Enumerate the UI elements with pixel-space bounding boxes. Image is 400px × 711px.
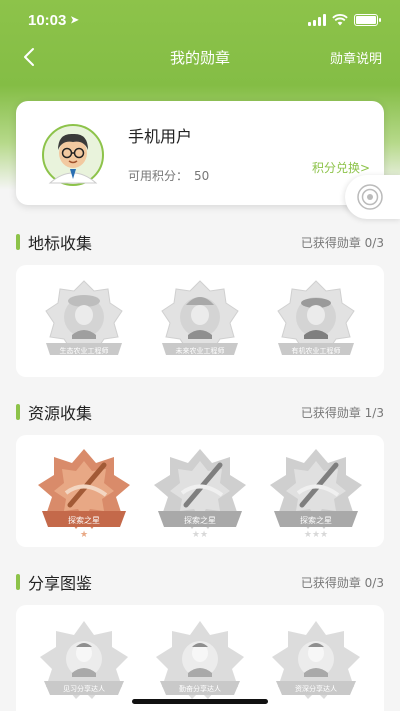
medal-icon: 有机农业工程师: [277, 280, 355, 355]
user-name: 手机用户: [128, 127, 193, 146]
section-status: 已获得勋章 1/3: [300, 405, 384, 420]
section-status: 已获得勋章 0/3: [300, 575, 384, 590]
badge-label: 勤奋分享达人: [179, 684, 221, 693]
points-value: 50: [194, 169, 210, 183]
broadcast-icon: [357, 184, 383, 210]
points-exchange-link[interactable]: 积分兑换>: [312, 159, 370, 176]
badge-label: 探索之星: [184, 515, 216, 525]
badge-explorer-star[interactable]: 探索之星 ★: [34, 443, 134, 540]
medal-icon: 见习分享达人: [40, 621, 128, 699]
medal-icon: 探索之星 ★★★: [270, 449, 362, 540]
star-rating-icon: ★★★: [304, 530, 328, 539]
badge-label: 有机农业工程师: [292, 346, 341, 355]
section-resource-header: 资源收集 已获得勋章 1/3: [16, 400, 384, 424]
location-arrow-icon: ➤: [70, 14, 79, 26]
badge-share-master[interactable]: 勤奋分享达人: [150, 617, 250, 711]
badge-label: 探索之星: [300, 515, 332, 525]
badge-engineer[interactable]: 有机农业工程师: [266, 273, 366, 369]
medal-icon: 勤奋分享达人: [156, 621, 244, 699]
medal-icon: 未来农业工程师: [161, 280, 239, 355]
badge-label: 生态农业工程师: [60, 346, 109, 355]
badge-explorer-star[interactable]: 探索之星 ★★: [150, 443, 250, 540]
section-title: 资源收集: [16, 400, 92, 424]
medal-icon: 资深分享达人: [272, 621, 360, 699]
status-time: 10:03: [28, 11, 67, 29]
nav-bar: 我的勋章 勋章说明: [0, 40, 400, 74]
section-title: 地标收集: [16, 230, 92, 254]
medal-info-link[interactable]: 勋章说明: [330, 48, 382, 67]
profile-card: 手机用户 可用积分： 50 积分兑换>: [16, 101, 384, 205]
badge-label: 见习分享达人: [63, 684, 105, 693]
section-landmark-header: 地标收集 已获得勋章 0/3: [16, 230, 384, 254]
battery-icon: [354, 14, 381, 26]
star-rating-icon: ★: [80, 530, 88, 539]
section-status: 已获得勋章 0/3: [300, 235, 384, 250]
home-indicator[interactable]: [132, 699, 268, 704]
badge-share-master[interactable]: 见习分享达人: [34, 617, 134, 711]
badge-explorer-star[interactable]: 探索之星 ★★★: [266, 443, 366, 540]
badge-engineer[interactable]: 生态农业工程师: [34, 273, 134, 369]
badge-label: 资深分享达人: [295, 684, 337, 693]
status-bar: 10:03 ➤: [0, 0, 400, 40]
avatar: [42, 124, 104, 186]
badge-card-resource: 探索之星 ★ 探索之星 ★★ 探索之星 ★★★: [16, 435, 384, 547]
section-title: 分享图鉴: [16, 570, 92, 594]
medal-icon: 探索之星 ★: [38, 449, 130, 540]
points-label: 可用积分：: [128, 169, 189, 183]
medal-icon: 探索之星 ★★: [154, 449, 246, 540]
badge-engineer[interactable]: 未来农业工程师: [150, 273, 250, 369]
badge-label: 未来农业工程师: [176, 346, 225, 355]
section-share-header: 分享图鉴 已获得勋章 0/3: [16, 570, 384, 594]
signal-icon: [308, 14, 326, 26]
badge-card-share: 见习分享达人 勤奋分享达人 资深分享达人: [16, 605, 384, 711]
floating-scan-button[interactable]: [345, 175, 400, 219]
badge-label: 探索之星: [68, 515, 100, 525]
medal-icon: 生态农业工程师: [45, 280, 123, 355]
page-title: 我的勋章: [169, 48, 230, 67]
star-rating-icon: ★★: [192, 530, 208, 539]
badge-card-landmark: 生态农业工程师 未来农业工程师 有机农业工程师: [16, 265, 384, 377]
points-row: 可用积分： 50: [128, 167, 209, 184]
back-arrow-icon[interactable]: [18, 45, 42, 69]
badge-share-master[interactable]: 资深分享达人: [266, 617, 366, 711]
wifi-icon: [332, 14, 348, 26]
